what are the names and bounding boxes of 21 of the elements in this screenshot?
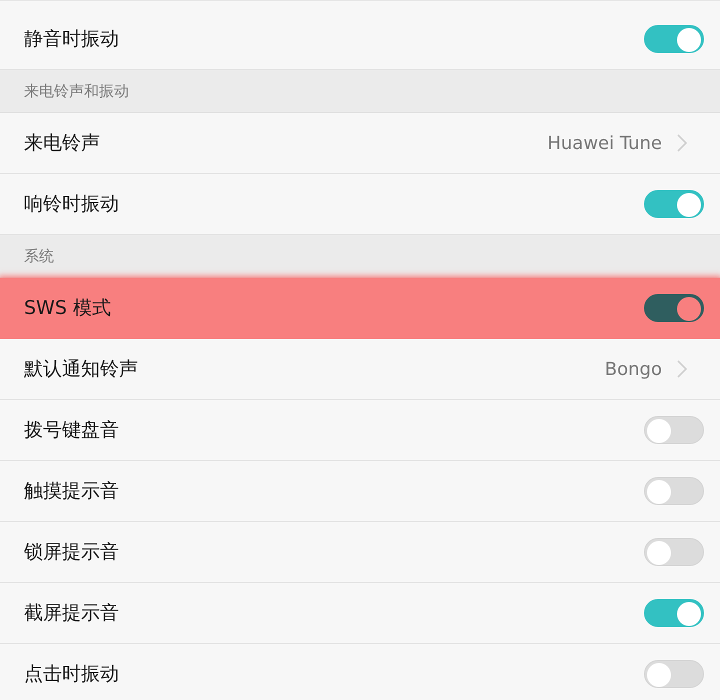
chevron-right-icon	[676, 359, 688, 379]
setting-label: 截屏提示音	[24, 601, 120, 626]
setting-value: Bongo	[604, 358, 662, 380]
setting-label: 响铃时振动	[24, 192, 120, 217]
setting-value: Huawei Tune	[547, 132, 662, 154]
setting-label: 触摸提示音	[24, 479, 120, 504]
highlighted-setting-row[interactable]: SWS 模式	[0, 278, 720, 339]
toggle-switch[interactable]	[644, 599, 704, 627]
section-title: 来电铃声和振动	[24, 82, 129, 100]
setting-label: 静音时振动	[24, 27, 120, 52]
setting-label: 默认通知铃声	[24, 357, 139, 382]
setting-label: 拨号键盘音	[24, 418, 120, 443]
setting-label: SWS 模式	[24, 296, 112, 321]
setting-label: 锁屏提示音	[24, 540, 120, 565]
toggle-switch[interactable]	[644, 294, 704, 322]
toggle-switch[interactable]	[644, 25, 704, 53]
setting-label: 点击时振动	[24, 662, 120, 687]
section-title: 系统	[24, 246, 54, 266]
setting-label: 来电铃声	[24, 131, 101, 156]
toggle-switch[interactable]	[644, 190, 704, 218]
chevron-right-icon	[676, 133, 688, 153]
